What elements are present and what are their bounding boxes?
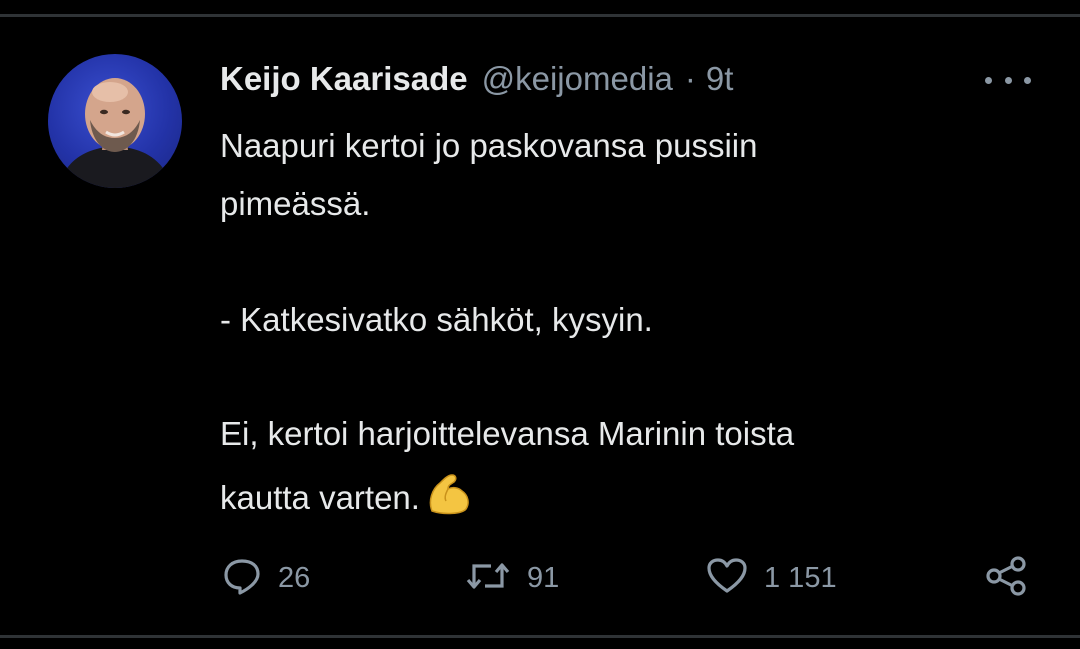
share-icon <box>984 555 1028 602</box>
flexed-biceps-icon <box>424 471 472 524</box>
tweet-text-line: Ei, kertoi harjoittelevansa Marinin tois… <box>220 415 795 452</box>
tweet-text-last-line: kautta varten. <box>220 471 472 524</box>
tweet-text-line: Naapuri kertoi jo paskovansa pussiin <box>220 127 758 164</box>
reply-button[interactable]: 26 <box>222 556 310 600</box>
tweet-header: Keijo Kaarisade @keijomedia · 9t <box>220 60 733 104</box>
more-dot <box>1004 76 1012 84</box>
header-separator: · <box>684 60 696 97</box>
tweet-text-line: pimeässä. <box>220 185 371 222</box>
retweet-button[interactable]: 91 <box>465 556 559 600</box>
tweet-timestamp[interactable]: 9t <box>706 60 734 98</box>
more-dot <box>985 76 992 84</box>
tweet-text-line: - Katkesivatko sähköt, kysyin. <box>220 301 653 338</box>
avatar[interactable] <box>48 54 182 188</box>
retweet-count: 91 <box>527 561 560 594</box>
tweet-card: Keijo Kaarisade @keijomedia · 9t Naapuri… <box>0 0 1080 649</box>
share-button[interactable] <box>984 555 1028 602</box>
retweet-icon <box>465 556 511 601</box>
author-handle[interactable]: @keijomedia <box>482 60 673 98</box>
more-dot <box>1024 76 1031 84</box>
heart-icon <box>706 556 748 601</box>
like-count: 1 151 <box>764 561 837 594</box>
tweet-text-line: kautta varten. <box>220 479 420 516</box>
reply-icon <box>222 556 262 601</box>
bottom-divider <box>0 635 1080 638</box>
top-divider <box>0 14 1080 17</box>
author-name[interactable]: Keijo Kaarisade <box>220 60 468 98</box>
more-options-icon[interactable] <box>985 70 1031 90</box>
reply-count: 26 <box>278 561 311 594</box>
like-button[interactable]: 1 151 <box>706 556 837 600</box>
